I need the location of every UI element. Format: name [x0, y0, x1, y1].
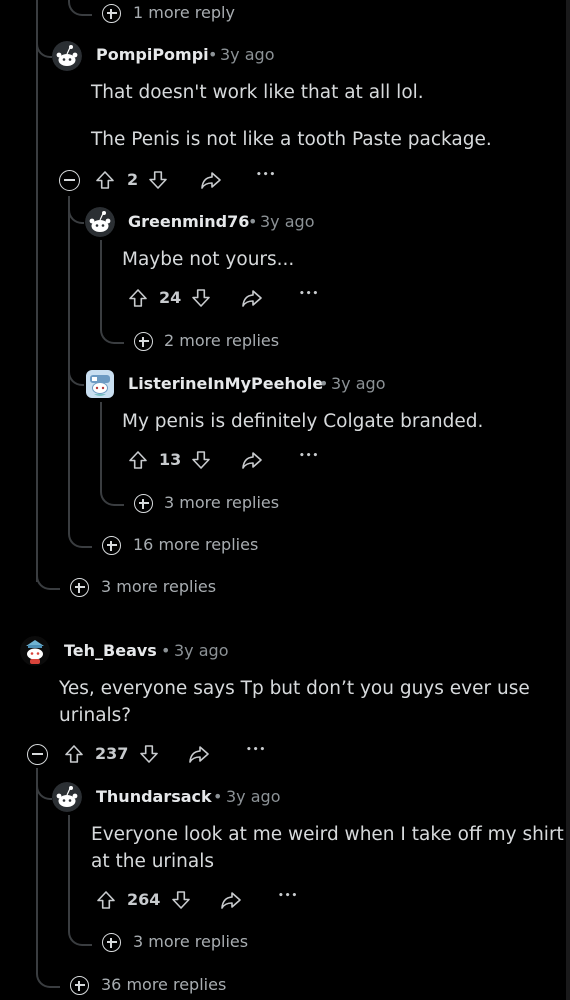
downvote-icon[interactable] — [148, 170, 168, 190]
more-replies-link[interactable]: 36 more replies — [101, 975, 226, 994]
thread-line-elbow — [36, 28, 52, 58]
share-icon[interactable] — [241, 288, 263, 308]
comment-text: at the urinals — [91, 851, 215, 872]
vote-count: 13 — [159, 450, 182, 469]
thread-line — [36, 0, 38, 582]
thread-line — [68, 815, 70, 925]
upvote-icon[interactable] — [128, 288, 148, 308]
comment-author[interactable]: ListerineInMyPeehole — [128, 374, 323, 393]
comment-author[interactable]: Greenmind76 — [128, 212, 249, 231]
downvote-icon[interactable] — [171, 890, 191, 910]
share-icon[interactable] — [200, 170, 222, 190]
thread-line — [100, 402, 102, 482]
expand-icon[interactable] — [134, 332, 153, 351]
upvote-icon[interactable] — [64, 744, 84, 764]
thread-line-elbow — [36, 958, 60, 988]
expand-icon[interactable] — [70, 578, 89, 597]
vote-count: 2 — [127, 170, 139, 189]
comment-age: 3y ago — [174, 641, 229, 660]
thread-line-elbow — [100, 476, 124, 506]
comment-text: Maybe not yours... — [122, 249, 295, 270]
meta-separator: • — [213, 787, 223, 806]
thread-line-elbow — [36, 560, 60, 590]
share-icon[interactable] — [241, 450, 263, 470]
upvote-icon[interactable] — [95, 170, 115, 190]
thread-line-elbow — [68, 916, 92, 946]
comment-age: 3y ago — [220, 45, 275, 64]
thread-line — [100, 240, 102, 320]
thread-line — [36, 768, 38, 966]
expand-icon[interactable] — [70, 976, 89, 995]
expand-icon[interactable] — [102, 536, 121, 555]
comment-text: That doesn't work like that at all lol. — [91, 82, 424, 103]
thread-line-elbow — [36, 770, 52, 800]
comment-age: 3y ago — [226, 787, 281, 806]
comment-text: Everyone look at me weird when I take of… — [91, 824, 564, 845]
collapse-icon[interactable] — [27, 744, 48, 765]
more-replies-link[interactable]: 3 more replies — [133, 932, 248, 951]
comment-author[interactable]: Teh_Beavs — [64, 641, 157, 660]
share-icon[interactable] — [220, 890, 242, 910]
avatar-icon[interactable] — [85, 369, 115, 399]
avatar-icon[interactable] — [20, 636, 50, 666]
comment-text: My penis is definitely Colgate branded. — [122, 411, 484, 432]
thread-line-elbow — [68, 0, 92, 16]
scrollbar[interactable] — [566, 0, 570, 1000]
comment-text: The Penis is not like a tooth Paste pack… — [91, 129, 492, 150]
downvote-icon[interactable] — [191, 288, 211, 308]
avatar-icon[interactable] — [52, 41, 82, 71]
overflow-icon[interactable]: ••• — [299, 451, 319, 461]
avatar-icon[interactable] — [85, 207, 115, 237]
expand-icon[interactable] — [102, 4, 121, 23]
collapse-icon[interactable] — [59, 170, 80, 191]
downvote-icon[interactable] — [191, 450, 211, 470]
vote-count: 264 — [127, 890, 161, 909]
more-replies-link[interactable]: 2 more replies — [164, 331, 279, 350]
more-replies-link[interactable]: 3 more replies — [101, 577, 216, 596]
more-replies-link[interactable]: 3 more replies — [164, 493, 279, 512]
thread-line-elbow — [68, 518, 92, 548]
comment-text: urinals? — [59, 705, 132, 726]
meta-separator: • — [161, 641, 171, 660]
downvote-icon[interactable] — [139, 744, 159, 764]
comment-author[interactable]: Thundarsack — [96, 787, 212, 806]
upvote-icon[interactable] — [128, 450, 148, 470]
comment-age: 3y ago — [331, 374, 386, 393]
comment-author[interactable]: PompiPompi — [96, 45, 209, 64]
vote-count: 237 — [95, 744, 129, 763]
thread-line-elbow — [68, 358, 84, 386]
overflow-icon[interactable]: ••• — [256, 170, 276, 180]
more-replies-link[interactable]: 16 more replies — [133, 535, 258, 554]
comment-age: 3y ago — [260, 212, 315, 231]
overflow-icon[interactable]: ••• — [299, 289, 319, 299]
more-replies-link[interactable]: 1 more reply — [133, 3, 235, 22]
share-icon[interactable] — [188, 744, 210, 764]
vote-count: 24 — [159, 288, 182, 307]
meta-separator: • — [319, 374, 329, 393]
comment-text: Yes, everyone says Tp but don’t you guys… — [59, 678, 530, 699]
expand-icon[interactable] — [134, 494, 153, 513]
overflow-icon[interactable]: ••• — [246, 745, 266, 755]
avatar-icon[interactable] — [52, 782, 82, 812]
meta-separator: • — [248, 212, 258, 231]
thread-line-elbow — [100, 314, 124, 344]
expand-icon[interactable] — [102, 933, 121, 952]
overflow-icon[interactable]: ••• — [278, 891, 298, 901]
upvote-icon[interactable] — [96, 890, 116, 910]
thread-line-elbow — [68, 196, 84, 224]
meta-separator: • — [208, 45, 218, 64]
